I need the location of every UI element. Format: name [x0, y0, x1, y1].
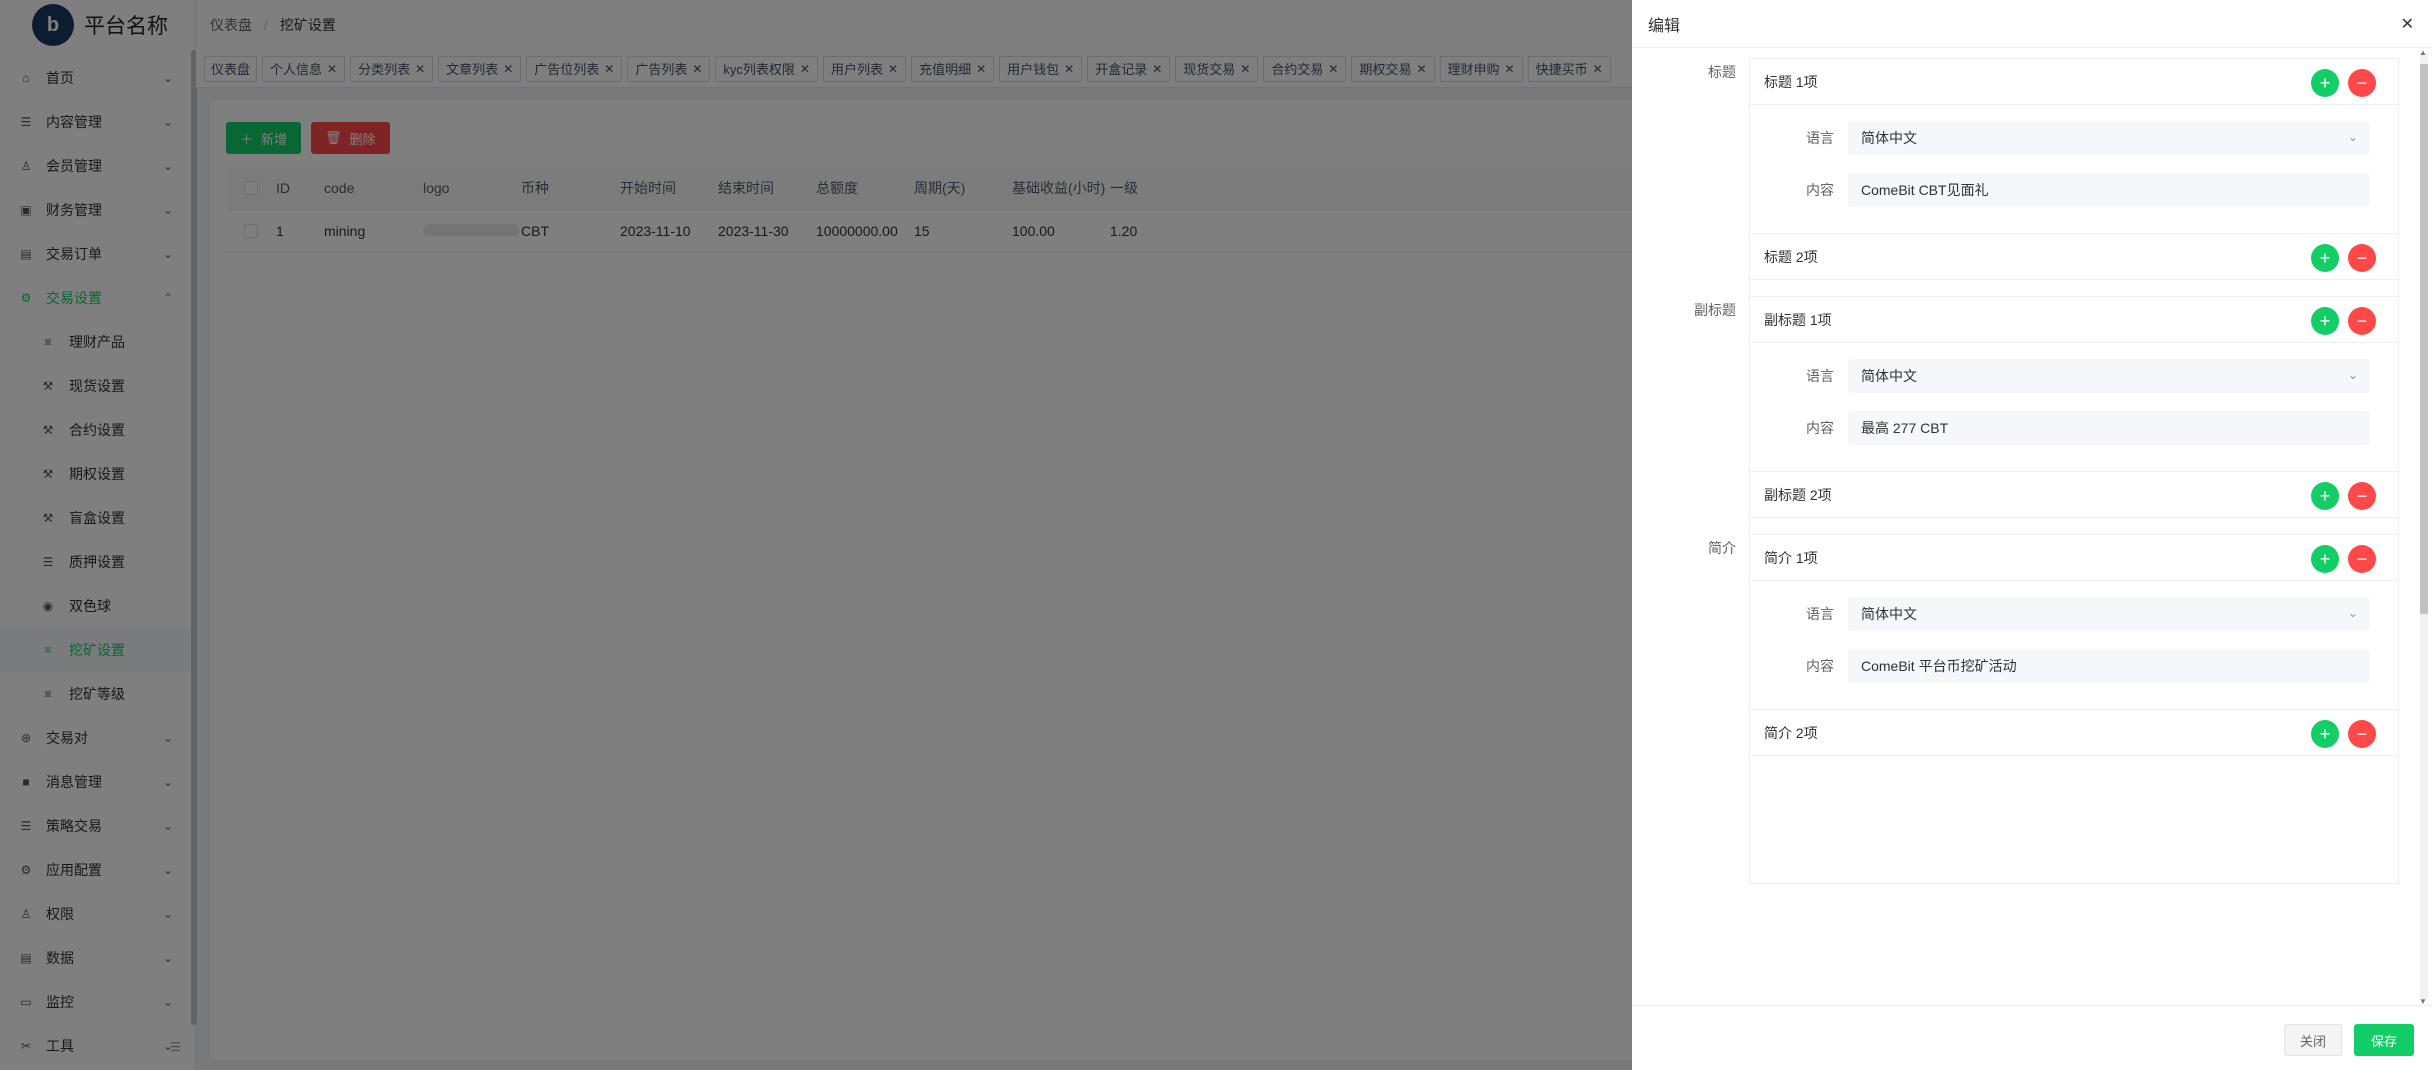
form-item: 简介 1项 + − 语言 简体中文 ⌄ 内容 ComeBit 平台币挖矿活动: [1750, 535, 2398, 709]
language-row: 语言 简体中文 ⌄: [1750, 359, 2398, 393]
add-item-button[interactable]: +: [2311, 307, 2339, 335]
remove-item-button[interactable]: −: [2348, 244, 2376, 272]
content-input[interactable]: 最高 277 CBT: [1848, 411, 2370, 445]
remove-item-button[interactable]: −: [2348, 545, 2376, 573]
item-title: 标题 2项: [1750, 234, 2398, 280]
chevron-down-icon: ⌄: [2347, 368, 2358, 382]
item-controls: + −: [2302, 482, 2376, 510]
form-group: 标题标题 1项+−语言简体中文⌄内容ComeBit CBT见面礼标题 2项+−语…: [1632, 58, 2412, 408]
item-title: 副标题 2项: [1750, 472, 2398, 518]
language-row: 语言 简体中文 ⌄: [1750, 121, 2398, 155]
form-group: 副标题副标题 1项+−语言简体中文⌄内容最高 277 CBT副标题 2项+−语言…: [1632, 296, 2412, 646]
item-controls: + −: [2302, 307, 2376, 335]
language-value: 简体中文: [1861, 606, 1917, 622]
add-item-button[interactable]: +: [2311, 720, 2339, 748]
form-card: 简介 1项 + − 语言 简体中文 ⌄ 内容 ComeBit 平台币挖矿活动 简介 2项 + −: [1749, 534, 2399, 884]
language-select[interactable]: 简体中文 ⌄: [1848, 597, 2370, 631]
chevron-down-icon: ⌄: [2347, 130, 2358, 144]
form-group: 简介 简介 1项 + − 语言 简体中文 ⌄ 内容 ComeBit 平台币挖矿活动 简介 2项 + −: [1632, 534, 2412, 1005]
language-label: 语言: [1806, 606, 1834, 622]
content-value: 最高 277 CBT: [1861, 420, 1949, 436]
form-group-label: 标题: [1708, 64, 1736, 80]
form-item: 副标题 1项 + − 语言 简体中文 ⌄ 内容 最高 277 CBT: [1750, 297, 2398, 471]
modal-mask[interactable]: [0, 0, 1632, 1070]
remove-item-button[interactable]: −: [2348, 720, 2376, 748]
content-row: 内容 ComeBit 平台币挖矿活动: [1750, 649, 2398, 683]
drawer-body: 标题标题 1项+−语言简体中文⌄内容ComeBit CBT见面礼标题 2项+−语…: [1632, 48, 2432, 1005]
item-controls: + −: [2302, 69, 2376, 97]
scroll-up-icon[interactable]: ▲: [2419, 48, 2427, 57]
edit-drawer: 编辑 ✕ 标题 标题 1项 + − 语言 简体中文 ⌄ 内容 ComeBit CBT见面礼 标题 …: [1632, 0, 2432, 1070]
language-value: 简体中文: [1861, 368, 1917, 384]
add-item-button[interactable]: +: [2311, 545, 2339, 573]
add-item-button[interactable]: +: [2311, 69, 2339, 97]
drawer-scrollbar[interactable]: ▲ ▼: [2419, 48, 2428, 1006]
language-value: 简体中文: [1861, 130, 1917, 146]
add-item-button[interactable]: +: [2311, 244, 2339, 272]
close-icon[interactable]: ✕: [2401, 14, 2414, 34]
form-group-label: 简介: [1708, 540, 1736, 556]
content-input[interactable]: ComeBit CBT见面礼: [1848, 173, 2370, 207]
content-value: ComeBit 平台币挖矿活动: [1861, 658, 2017, 674]
form-group-label: 副标题: [1694, 302, 1736, 318]
close-button[interactable]: 关闭: [2284, 1024, 2342, 1056]
item-controls: + −: [2302, 545, 2376, 573]
language-label: 语言: [1806, 130, 1834, 146]
item-controls: + −: [2302, 720, 2376, 748]
language-select[interactable]: 简体中文 ⌄: [1848, 359, 2370, 393]
language-select[interactable]: 简体中文 ⌄: [1848, 121, 2370, 155]
item-title: 标题 1项: [1750, 59, 2398, 105]
remove-item-button[interactable]: −: [2348, 482, 2376, 510]
content-row: 内容 ComeBit CBT见面礼: [1750, 173, 2398, 207]
save-button[interactable]: 保存: [2354, 1024, 2414, 1056]
form-item: 标题 1项 + − 语言 简体中文 ⌄ 内容 ComeBit CBT见面礼: [1750, 59, 2398, 233]
chevron-down-icon: ⌄: [2347, 606, 2358, 620]
content-value: ComeBit CBT见面礼: [1861, 182, 1989, 198]
item-title: 简介 2项: [1750, 710, 2398, 756]
content-label: 内容: [1806, 182, 1834, 198]
drawer-header: 编辑: [1632, 0, 2432, 48]
drawer-title: 编辑: [1648, 17, 1681, 35]
form-item: 简介 2项 + −: [1750, 709, 2398, 883]
item-controls: + −: [2302, 244, 2376, 272]
content-input[interactable]: ComeBit 平台币挖矿活动: [1848, 649, 2370, 683]
language-row: 语言 简体中文 ⌄: [1750, 597, 2398, 631]
add-item-button[interactable]: +: [2311, 482, 2339, 510]
scrollbar-thumb[interactable]: [2420, 64, 2428, 614]
content-row: 内容 最高 277 CBT: [1750, 411, 2398, 445]
remove-item-button[interactable]: −: [2348, 69, 2376, 97]
item-title: 简介 1项: [1750, 535, 2398, 581]
content-label: 内容: [1806, 420, 1834, 436]
language-label: 语言: [1806, 368, 1834, 384]
content-label: 内容: [1806, 658, 1834, 674]
item-title: 副标题 1项: [1750, 297, 2398, 343]
drawer-footer: 关闭 保存: [1632, 1005, 2432, 1070]
remove-item-button[interactable]: −: [2348, 307, 2376, 335]
